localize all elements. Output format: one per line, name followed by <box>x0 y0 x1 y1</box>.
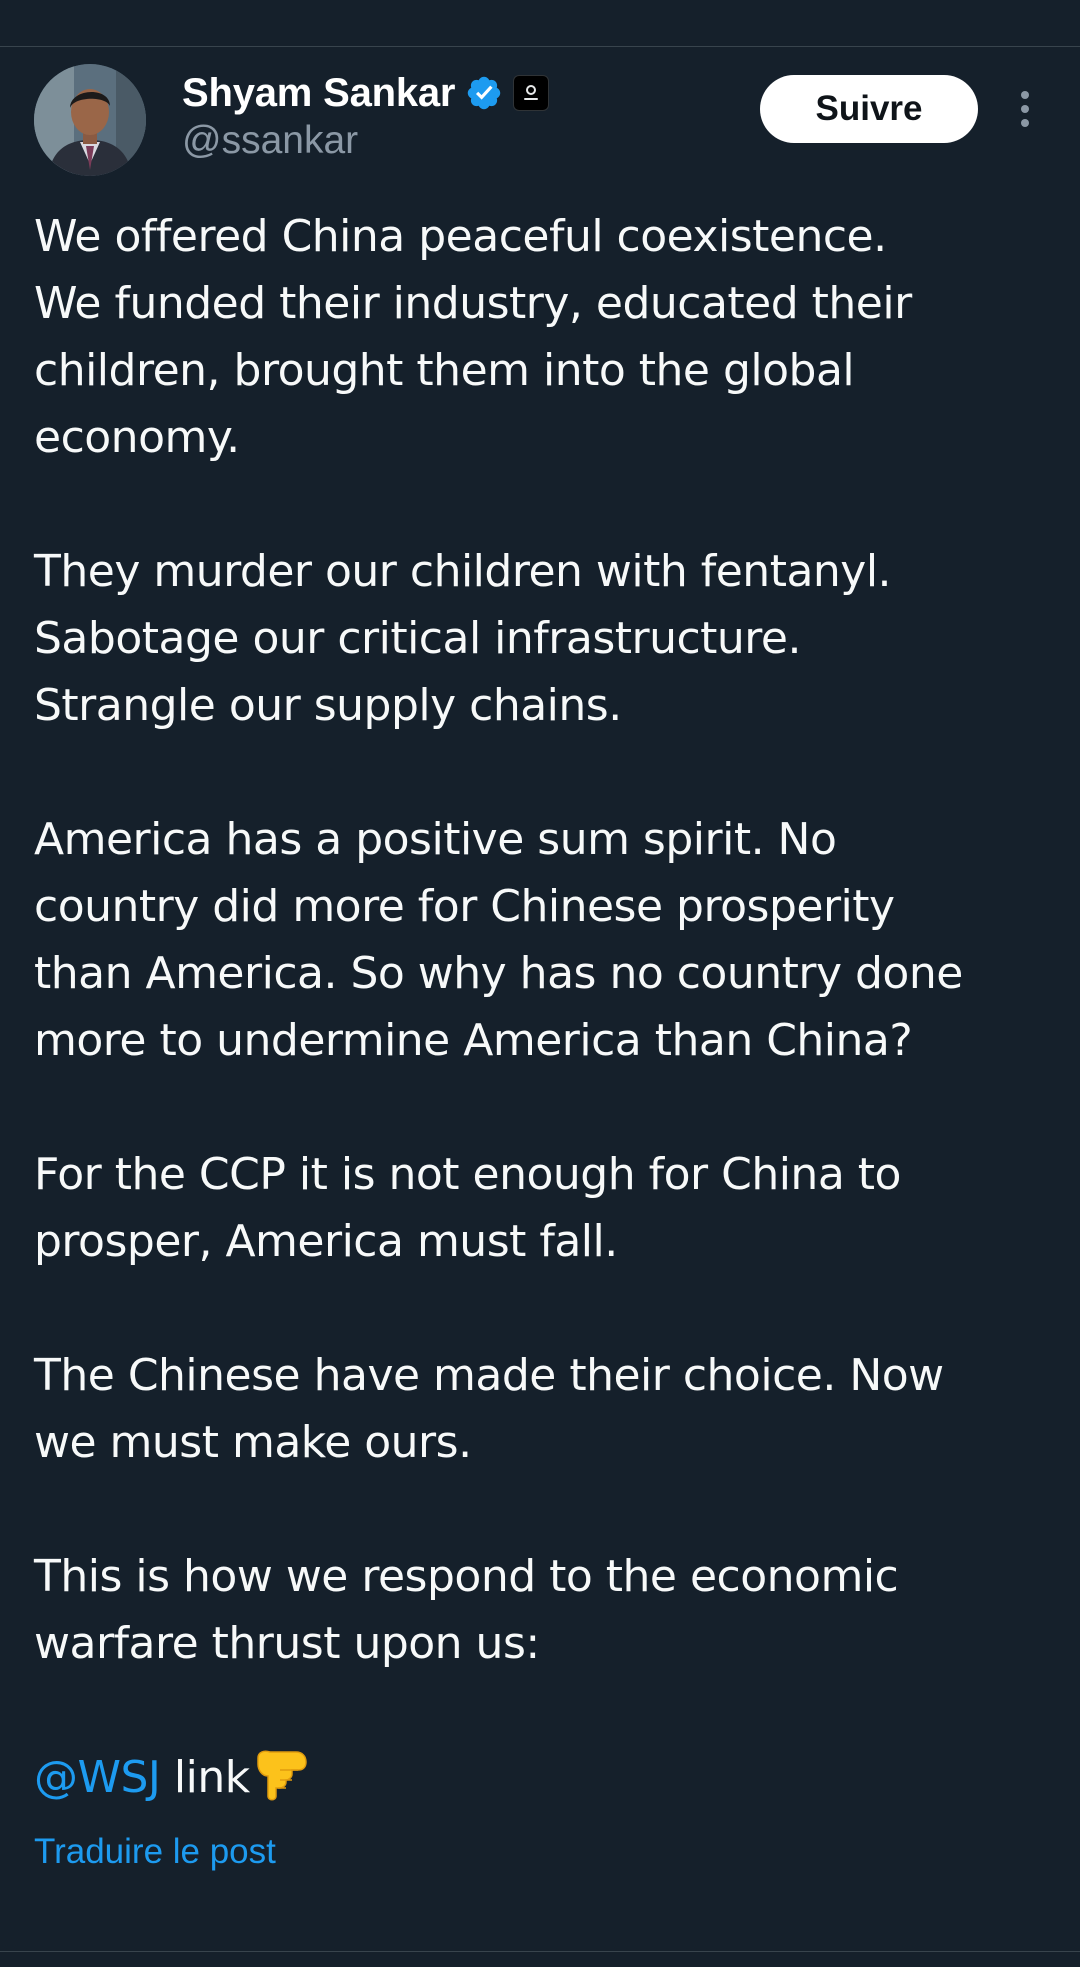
post-paragraph: The Chinese have made their choice. Now … <box>34 1350 944 1468</box>
verified-badge-icon[interactable] <box>465 74 503 112</box>
post-text: We offered China peaceful coexistence. W… <box>34 203 1074 1811</box>
post-paragraph: For the CCP it is not enough for China t… <box>34 1149 901 1267</box>
follow-button[interactable]: Suivre <box>760 75 978 143</box>
avatar-image <box>34 64 146 176</box>
link-text: link <box>160 1752 250 1803</box>
post-paragraph: America has a positive sum spirit. No co… <box>34 814 963 1066</box>
avatar[interactable] <box>34 64 146 176</box>
bottom-divider <box>0 1951 1080 1952</box>
mention-link[interactable]: @WSJ <box>34 1752 161 1803</box>
affiliate-badge-icon[interactable] <box>513 75 550 111</box>
backhand-index-pointing-down-icon <box>252 1746 312 1802</box>
more-vertical-icon[interactable] <box>1008 87 1042 131</box>
translate-post-link[interactable]: Traduire le post <box>34 1832 276 1872</box>
link-line: @WSJ link <box>34 1744 1074 1811</box>
post-header: Shyam Sankar @ssankar Suivre <box>0 47 1080 187</box>
post-paragraph: This is how we respond to the economic w… <box>34 1551 899 1669</box>
post-paragraph: They murder our children with fentanyl. … <box>34 546 892 731</box>
name-row: Shyam Sankar <box>182 67 550 119</box>
display-name[interactable]: Shyam Sankar <box>182 71 456 116</box>
handle[interactable]: @ssankar <box>182 119 358 163</box>
post-paragraph: We offered China peaceful coexistence. W… <box>34 211 912 463</box>
